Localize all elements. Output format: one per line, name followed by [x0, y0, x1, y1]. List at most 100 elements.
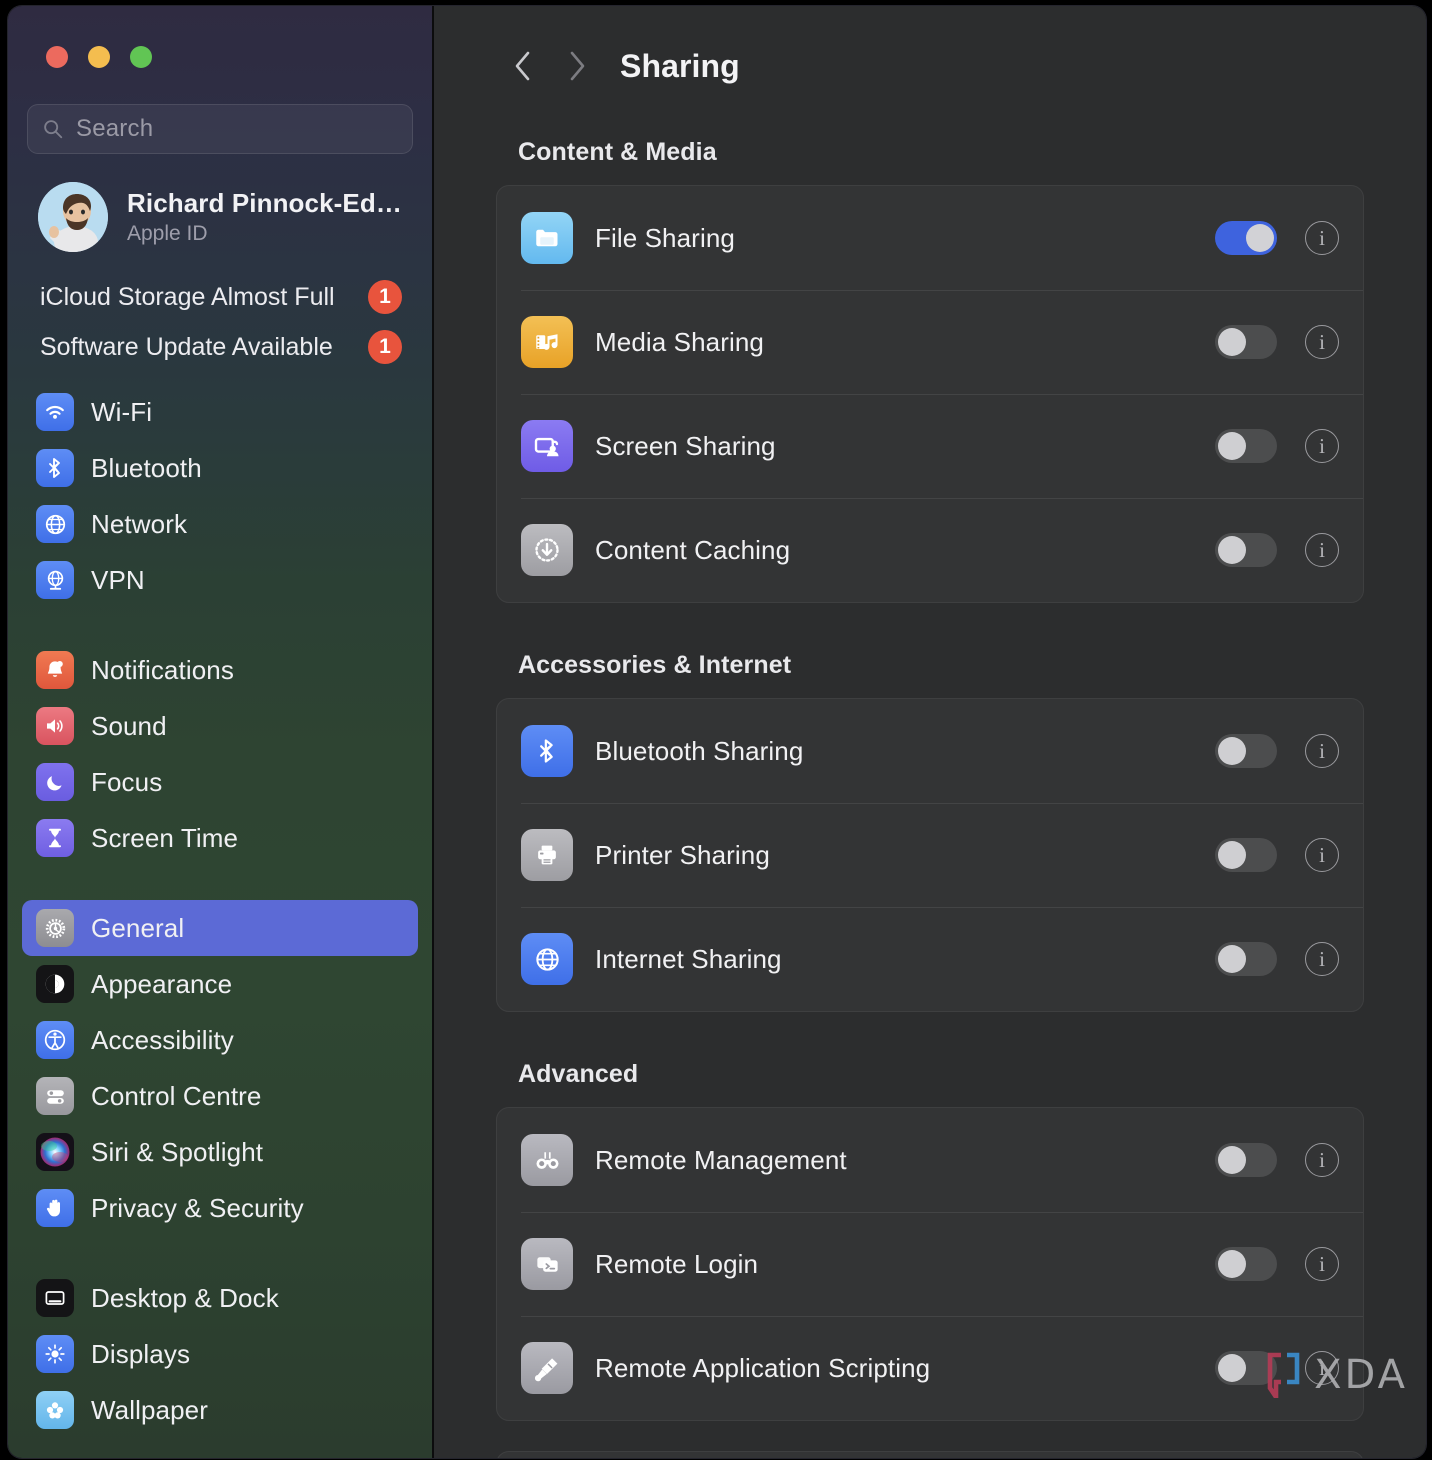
sidebar-item-label: Displays	[91, 1338, 191, 1369]
card-accessories-internet: Bluetooth Sharing i Printer Sharing i In…	[496, 698, 1364, 1012]
close-button[interactable]	[46, 46, 68, 68]
sidebar-item-privacy-security[interactable]: Privacy & Security	[22, 1180, 418, 1236]
apple-id-account[interactable]: Richard Pinnock-Ed… Apple ID	[38, 182, 418, 252]
back-button[interactable]	[496, 39, 550, 93]
info-button[interactable]: i	[1305, 942, 1339, 976]
desktop-icon	[36, 1279, 74, 1317]
sidebar-item-vpn[interactable]: VPN	[22, 552, 418, 608]
avatar	[38, 182, 108, 252]
search-icon	[44, 120, 63, 139]
sidebar-item-sound[interactable]: Sound	[22, 698, 418, 754]
info-button[interactable]: i	[1305, 221, 1339, 255]
sidebar-item-focus[interactable]: Focus	[22, 754, 418, 810]
zoom-button[interactable]	[130, 46, 152, 68]
row-content-caching[interactable]: Content Caching i	[497, 498, 1363, 602]
minimize-button[interactable]	[88, 46, 110, 68]
toggle-file-sharing[interactable]	[1215, 221, 1277, 255]
xda-logo-icon	[1267, 1352, 1300, 1398]
accessibility-icon	[36, 1021, 74, 1059]
toggle-content-caching[interactable]	[1215, 533, 1277, 567]
toggle-printer-sharing[interactable]	[1215, 838, 1277, 872]
printer-icon	[521, 829, 573, 881]
info-button[interactable]: i	[1305, 429, 1339, 463]
sidebar-item-control-centre[interactable]: Control Centre	[22, 1068, 418, 1124]
sidebar-item-bluetooth[interactable]: Bluetooth	[22, 440, 418, 496]
sidebar-item-desktop-dock[interactable]: Desktop & Dock	[22, 1270, 418, 1326]
sidebar-item-screen-time[interactable]: Screen Time	[22, 810, 418, 866]
info-button[interactable]: i	[1305, 734, 1339, 768]
alert-icloud-storage[interactable]: iCloud Storage Almost Full 1	[40, 280, 402, 314]
toggle-internet-sharing[interactable]	[1215, 942, 1277, 976]
card-advanced: Remote Management i Remote Login i Remot…	[496, 1107, 1364, 1421]
section-title-accessories-internet: Accessories & Internet	[518, 651, 792, 679]
search-input[interactable]: Search	[27, 104, 413, 154]
info-button[interactable]: i	[1305, 325, 1339, 359]
system-settings-window: Search Richard Pinnock-Ed… Apple ID iClo…	[8, 6, 1426, 1458]
toggle-media-sharing[interactable]	[1215, 325, 1277, 359]
row-screen-sharing[interactable]: Screen Sharing i	[497, 394, 1363, 498]
sidebar-item-accessibility[interactable]: Accessibility	[22, 1012, 418, 1068]
sidebar-group-network: Wi-Fi Bluetooth Network VPN	[22, 384, 418, 608]
card-content-media: File Sharing i Media Sharing i Screen Sh…	[496, 185, 1364, 603]
sidebar-item-label: Desktop & Dock	[91, 1282, 279, 1313]
window-controls	[22, 6, 418, 68]
card-hostname: Local hostname Richards-MacBook-Air.loca…	[496, 1451, 1364, 1458]
row-label: Bluetooth Sharing	[595, 735, 804, 766]
search-placeholder: Search	[76, 115, 154, 142]
hourglass-icon	[36, 819, 74, 857]
section-title-content-media: Content & Media	[518, 138, 717, 166]
info-button[interactable]: i	[1305, 1247, 1339, 1281]
sidebar-item-general[interactable]: General	[22, 900, 418, 956]
sidebar-item-label: VPN	[91, 564, 145, 595]
row-media-sharing[interactable]: Media Sharing i	[497, 290, 1363, 394]
row-label: File Sharing	[595, 222, 735, 253]
row-remote-login[interactable]: Remote Login i	[497, 1212, 1363, 1316]
sidebar-item-label: Accessibility	[91, 1024, 234, 1055]
folder-icon	[521, 212, 573, 264]
sidebar-item-wi-fi[interactable]: Wi-Fi	[22, 384, 418, 440]
toolbar: Sharing	[496, 6, 1364, 98]
row-bluetooth-sharing[interactable]: Bluetooth Sharing i	[497, 699, 1363, 803]
sidebar-item-label: Network	[91, 508, 188, 539]
info-button[interactable]: i	[1305, 1143, 1339, 1177]
sidebar-item-network[interactable]: Network	[22, 496, 418, 552]
sidebar-item-displays[interactable]: Displays	[22, 1326, 418, 1382]
chevron-right-icon	[570, 51, 585, 81]
info-button[interactable]: i	[1305, 533, 1339, 567]
bell-icon	[36, 651, 74, 689]
row-remote-application-scripting[interactable]: Remote Application Scripting i	[497, 1316, 1363, 1420]
toggle-remote-management[interactable]	[1215, 1143, 1277, 1177]
row-label: Remote Application Scripting	[595, 1352, 931, 1383]
toggle-bluetooth-sharing[interactable]	[1215, 734, 1277, 768]
alert-label: iCloud Storage Almost Full	[40, 283, 335, 311]
sidebar-item-label: Sound	[91, 710, 167, 741]
toggle-remote-login[interactable]	[1215, 1247, 1277, 1281]
bluetooth-icon	[521, 725, 573, 777]
row-label: Internet Sharing	[595, 943, 782, 974]
status-badge: 1	[368, 330, 402, 364]
sidebar-item-siri-spotlight[interactable]: Siri & Spotlight	[22, 1124, 418, 1180]
speaker-icon	[36, 707, 74, 745]
sidebar-group-appearance: Desktop & Dock Displays Wallpaper	[22, 1270, 418, 1438]
sidebar-item-appearance[interactable]: Appearance	[22, 956, 418, 1012]
toggle-screen-sharing[interactable]	[1215, 429, 1277, 463]
hand-icon	[36, 1189, 74, 1227]
sidebar-item-label: Notifications	[91, 654, 234, 685]
chevron-left-icon	[515, 51, 530, 81]
moon-icon	[36, 763, 74, 801]
script-editor-icon	[521, 1342, 573, 1394]
vpn-globe-icon	[36, 561, 74, 599]
forward-button[interactable]	[550, 39, 604, 93]
wifi-icon	[36, 393, 74, 431]
row-file-sharing[interactable]: File Sharing i	[497, 186, 1363, 290]
alert-software-update[interactable]: Software Update Available 1	[40, 330, 402, 364]
row-label: Printer Sharing	[595, 839, 770, 870]
info-button[interactable]: i	[1305, 838, 1339, 872]
row-local-hostname[interactable]: Local hostname Richards-MacBook-Air.loca…	[497, 1452, 1363, 1458]
row-printer-sharing[interactable]: Printer Sharing i	[497, 803, 1363, 907]
row-remote-management[interactable]: Remote Management i	[497, 1108, 1363, 1212]
row-internet-sharing[interactable]: Internet Sharing i	[497, 907, 1363, 1011]
sidebar-item-notifications[interactable]: Notifications	[22, 642, 418, 698]
bluetooth-icon	[36, 449, 74, 487]
sidebar-item-wallpaper[interactable]: Wallpaper	[22, 1382, 418, 1438]
